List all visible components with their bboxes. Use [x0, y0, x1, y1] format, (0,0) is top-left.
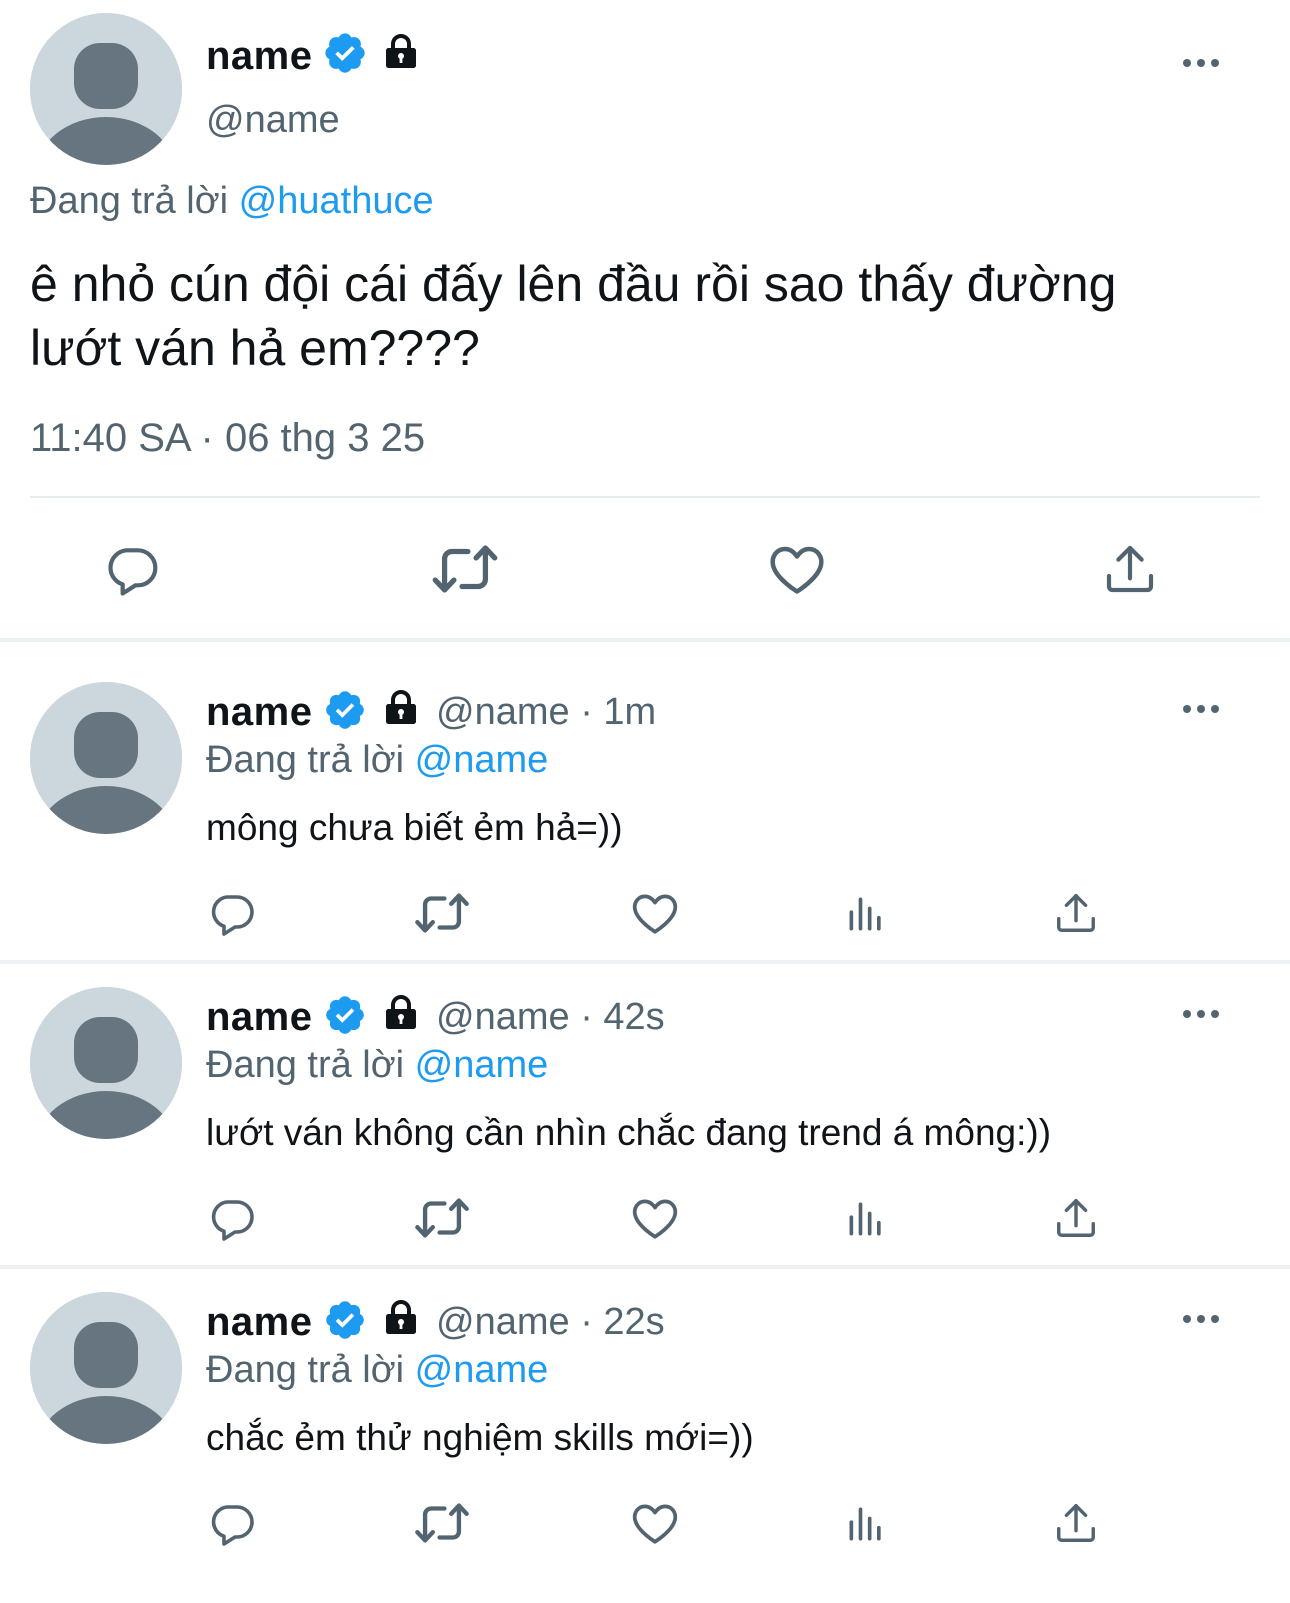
- avatar[interactable]: [30, 682, 182, 834]
- tweet-text-line: ê nhỏ cún đội cái đấy lên đầu rồi sao th…: [30, 256, 1117, 312]
- tweet-text: mông chưa biết ẻm hả=)): [206, 807, 623, 848]
- retweet-icon[interactable]: [430, 534, 500, 604]
- reply-icon[interactable]: [208, 1194, 256, 1242]
- divider: [30, 496, 1260, 498]
- retweet-icon[interactable]: [413, 884, 471, 942]
- share-icon[interactable]: [1053, 1500, 1099, 1546]
- tweet-text: lướt ván không cần nhìn chắc đang trend …: [206, 1112, 1052, 1153]
- thread-separator: [0, 638, 1290, 642]
- views-icon[interactable]: [844, 892, 888, 936]
- replying-to-line: Đang trả lời @name: [206, 1351, 548, 1389]
- like-icon[interactable]: [630, 888, 680, 938]
- avatar[interactable]: [30, 1292, 182, 1444]
- handle-and-time[interactable]: @name · 22s: [436, 1303, 665, 1341]
- tweet-text-line: lướt ván hả em????: [30, 320, 480, 376]
- retweet-icon[interactable]: [413, 1494, 471, 1552]
- views-icon[interactable]: [844, 1502, 888, 1546]
- thread-separator: [0, 1265, 1290, 1269]
- share-icon[interactable]: [1053, 1195, 1099, 1241]
- display-name[interactable]: name: [206, 692, 313, 732]
- more-icon[interactable]: [1181, 57, 1221, 69]
- replying-prefix: Đang trả lời: [206, 739, 405, 781]
- user-handle[interactable]: @name: [206, 101, 340, 139]
- handle-and-time[interactable]: @name · 42s: [436, 998, 665, 1036]
- share-icon[interactable]: [1053, 890, 1099, 936]
- lock-icon: [381, 1298, 421, 1338]
- retweet-icon[interactable]: [413, 1189, 471, 1247]
- more-icon[interactable]: [1181, 1313, 1221, 1325]
- replying-to-line: Đang trả lời @name: [206, 1046, 548, 1084]
- reply-icon[interactable]: [208, 889, 256, 937]
- replying-to-link[interactable]: @name: [415, 1044, 549, 1086]
- avatar[interactable]: [30, 987, 182, 1139]
- lock-icon: [381, 993, 421, 1033]
- replying-to-link[interactable]: @huathuce: [239, 180, 434, 222]
- like-icon[interactable]: [630, 1498, 680, 1548]
- replying-to-link[interactable]: @name: [415, 739, 549, 781]
- replying-prefix: Đang trả lời: [206, 1349, 405, 1391]
- handle-and-time[interactable]: @name · 1m: [436, 693, 656, 731]
- verified-badge-icon: [322, 30, 368, 76]
- share-icon[interactable]: [1102, 541, 1158, 597]
- tweet-timestamp[interactable]: 11:40 SA · 06 thg 3 25: [30, 418, 425, 458]
- reply-icon[interactable]: [104, 541, 160, 597]
- more-icon[interactable]: [1181, 1008, 1221, 1020]
- avatar[interactable]: [30, 13, 182, 165]
- like-icon[interactable]: [630, 1193, 680, 1243]
- views-icon[interactable]: [844, 1197, 888, 1241]
- verified-badge-icon: [323, 993, 367, 1037]
- display-name[interactable]: name: [206, 997, 313, 1037]
- replying-prefix: Đang trả lời: [206, 1044, 405, 1086]
- lock-icon: [381, 688, 421, 728]
- reply-icon[interactable]: [208, 1499, 256, 1547]
- thread-separator: [0, 960, 1290, 964]
- verified-badge-icon: [323, 688, 367, 732]
- more-icon[interactable]: [1181, 703, 1221, 715]
- replying-to-line: Đang trả lời @name: [206, 741, 548, 779]
- like-icon[interactable]: [767, 539, 827, 599]
- tweet-text: ê nhỏ cún đội cái đấy lên đầu rồi sao th…: [30, 252, 1260, 380]
- lock-icon: [381, 32, 421, 72]
- replying-to-link[interactable]: @name: [415, 1349, 549, 1391]
- tweet-text: chắc ẻm thử nghiệm skills mới=)): [206, 1417, 754, 1458]
- display-name[interactable]: name: [206, 36, 313, 76]
- replying-prefix: Đang trả lời: [30, 180, 229, 222]
- verified-badge-icon: [323, 1298, 367, 1342]
- replying-to-line: Đang trả lời @huathuce: [30, 182, 434, 220]
- display-name[interactable]: name: [206, 1302, 313, 1342]
